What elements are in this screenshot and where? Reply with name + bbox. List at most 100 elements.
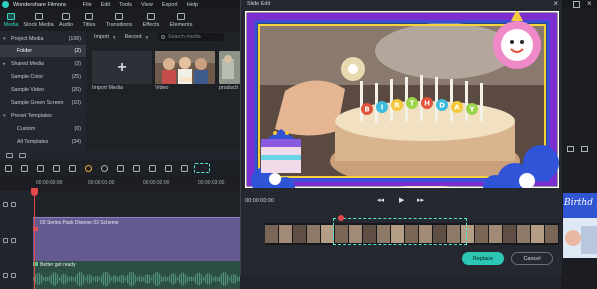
library-item-custom[interactable]: Custom (0)	[0, 123, 86, 135]
menu-file[interactable]: File	[83, 2, 92, 8]
volume-icon[interactable]	[11, 272, 16, 278]
menu-view[interactable]: View	[141, 2, 153, 8]
library-item-folder[interactable]: Folder (2)	[0, 45, 86, 57]
import-media-tile[interactable]: +	[92, 51, 152, 84]
menu-edit[interactable]: Edit	[101, 2, 110, 8]
fullscreen-icon[interactable]	[149, 164, 156, 172]
waveform-bar	[123, 275, 125, 283]
waveform-bar	[91, 275, 93, 283]
waveform-bar	[191, 276, 193, 282]
video-thumbnail[interactable]	[155, 51, 215, 84]
frame-thumbnail	[475, 225, 488, 243]
undo-icon[interactable]	[5, 164, 12, 172]
playhead-handle[interactable]	[31, 188, 38, 196]
tab-audio[interactable]: Audio	[55, 9, 77, 31]
media-grid: Import ▼ Record ▼ Search media + Import …	[86, 31, 240, 149]
eye-icon[interactable]	[11, 201, 16, 207]
waveform-bar	[65, 274, 67, 284]
library-item-project-media[interactable]: ▾ Project Media (106)	[0, 33, 86, 45]
title-preview-thumbnail[interactable]: Birthd	[563, 193, 597, 258]
audio-clip[interactable]: Better get ready	[33, 261, 240, 289]
library-item-sample-green-screen[interactable]: Sample Green Screen (10)	[0, 97, 86, 109]
menu-help[interactable]: Help	[187, 2, 198, 8]
waveform-bar	[231, 275, 233, 283]
waveform-bar	[169, 275, 171, 283]
snapshot-icon[interactable]	[567, 146, 574, 152]
waveform-bar	[125, 277, 127, 281]
lock-icon[interactable]	[3, 272, 8, 278]
import-dropdown[interactable]: Import ▼	[94, 34, 116, 40]
track-header-video	[0, 233, 32, 247]
next-frame-icon[interactable]: ▸▸	[417, 196, 424, 204]
waveform-bar	[37, 272, 39, 286]
waveform-bar	[207, 273, 209, 285]
tab-stock-media[interactable]: Stock Media	[22, 9, 55, 31]
search-input[interactable]: Search media	[158, 33, 225, 41]
cut-icon[interactable]	[53, 164, 60, 172]
fullscreen-icon[interactable]	[581, 146, 588, 152]
redo-icon[interactable]	[21, 164, 28, 172]
speed-icon[interactable]	[85, 164, 92, 172]
tab-elements[interactable]: Elements	[165, 9, 197, 31]
waveform-bar	[67, 276, 69, 282]
mask-icon[interactable]	[133, 164, 140, 172]
delete-icon[interactable]	[37, 164, 44, 172]
slide-edit-icon[interactable]	[194, 163, 210, 173]
audio-mix-icon[interactable]	[181, 164, 188, 172]
lock-icon[interactable]	[3, 237, 8, 243]
waveform-bar	[161, 275, 163, 283]
crop-icon[interactable]	[69, 164, 76, 172]
library-item-sample-color[interactable]: Sample Color (25)	[0, 71, 86, 83]
library-item-sample-video[interactable]: Sample Video (20)	[0, 84, 86, 96]
menu-export[interactable]: Export	[162, 2, 178, 8]
menu-tools[interactable]: Tools	[119, 2, 132, 8]
record-dropdown[interactable]: Record ▼	[124, 34, 149, 40]
waveform-bar	[119, 276, 121, 282]
waveform-bar	[57, 274, 59, 284]
video-clip[interactable]: 03 Series Pack Diverse 03 Scheme	[33, 217, 240, 261]
cancel-button[interactable]: Cancel	[511, 252, 553, 265]
lock-icon[interactable]	[3, 201, 8, 207]
library-item-preset-templates[interactable]: ▾ Preset Templates	[0, 110, 86, 122]
play-icon[interactable]: ▶	[399, 196, 404, 204]
library-item-all-templates[interactable]: All Templates (34)	[0, 136, 86, 148]
close-icon[interactable]: ×	[553, 0, 558, 8]
waveform-bar	[87, 275, 89, 283]
production-thumbnail[interactable]	[219, 51, 240, 84]
search-icon	[161, 35, 166, 39]
new-folder-icon[interactable]	[6, 152, 13, 158]
waveform-bar	[181, 272, 183, 286]
folder-icon[interactable]	[19, 152, 26, 158]
audio-icon	[62, 12, 70, 20]
plus-icon: +	[117, 58, 127, 76]
video-label: Video	[155, 85, 169, 91]
balloon-letter: T	[410, 100, 415, 108]
library-item-shared-media[interactable]: ▸ Shared Media (3)	[0, 58, 86, 70]
tab-transitions[interactable]: Transitions	[101, 9, 137, 31]
waveform-bar	[229, 277, 231, 281]
waveform-bar	[185, 274, 187, 284]
frame-thumbnail	[531, 225, 544, 243]
tab-effects[interactable]: Effects	[137, 9, 165, 31]
waveform-bar	[97, 275, 99, 283]
frame-thumbnail	[265, 225, 278, 243]
production-label: producti	[219, 85, 238, 91]
waveform-bar	[101, 275, 103, 283]
previous-frame-icon[interactable]: ◂◂	[377, 196, 384, 204]
color-icon[interactable]	[101, 164, 108, 172]
maximize-icon[interactable]	[573, 1, 580, 8]
audio-adjust-icon[interactable]	[117, 164, 124, 172]
waveform-bar	[223, 272, 225, 286]
tab-media[interactable]: Media	[0, 9, 22, 31]
replace-button[interactable]: Replace	[462, 252, 504, 265]
tab-titles[interactable]: Titles	[77, 9, 101, 31]
slide-selection-range[interactable]	[333, 218, 467, 245]
frame-thumbnail	[545, 225, 558, 243]
waveform-bar	[219, 276, 221, 282]
close-window-icon[interactable]: ×	[587, 0, 592, 8]
waveform-bar	[71, 276, 73, 282]
eye-icon[interactable]	[11, 237, 16, 243]
range-handle[interactable]	[338, 215, 344, 221]
title-track	[33, 191, 240, 215]
stabilize-icon[interactable]	[165, 164, 172, 172]
